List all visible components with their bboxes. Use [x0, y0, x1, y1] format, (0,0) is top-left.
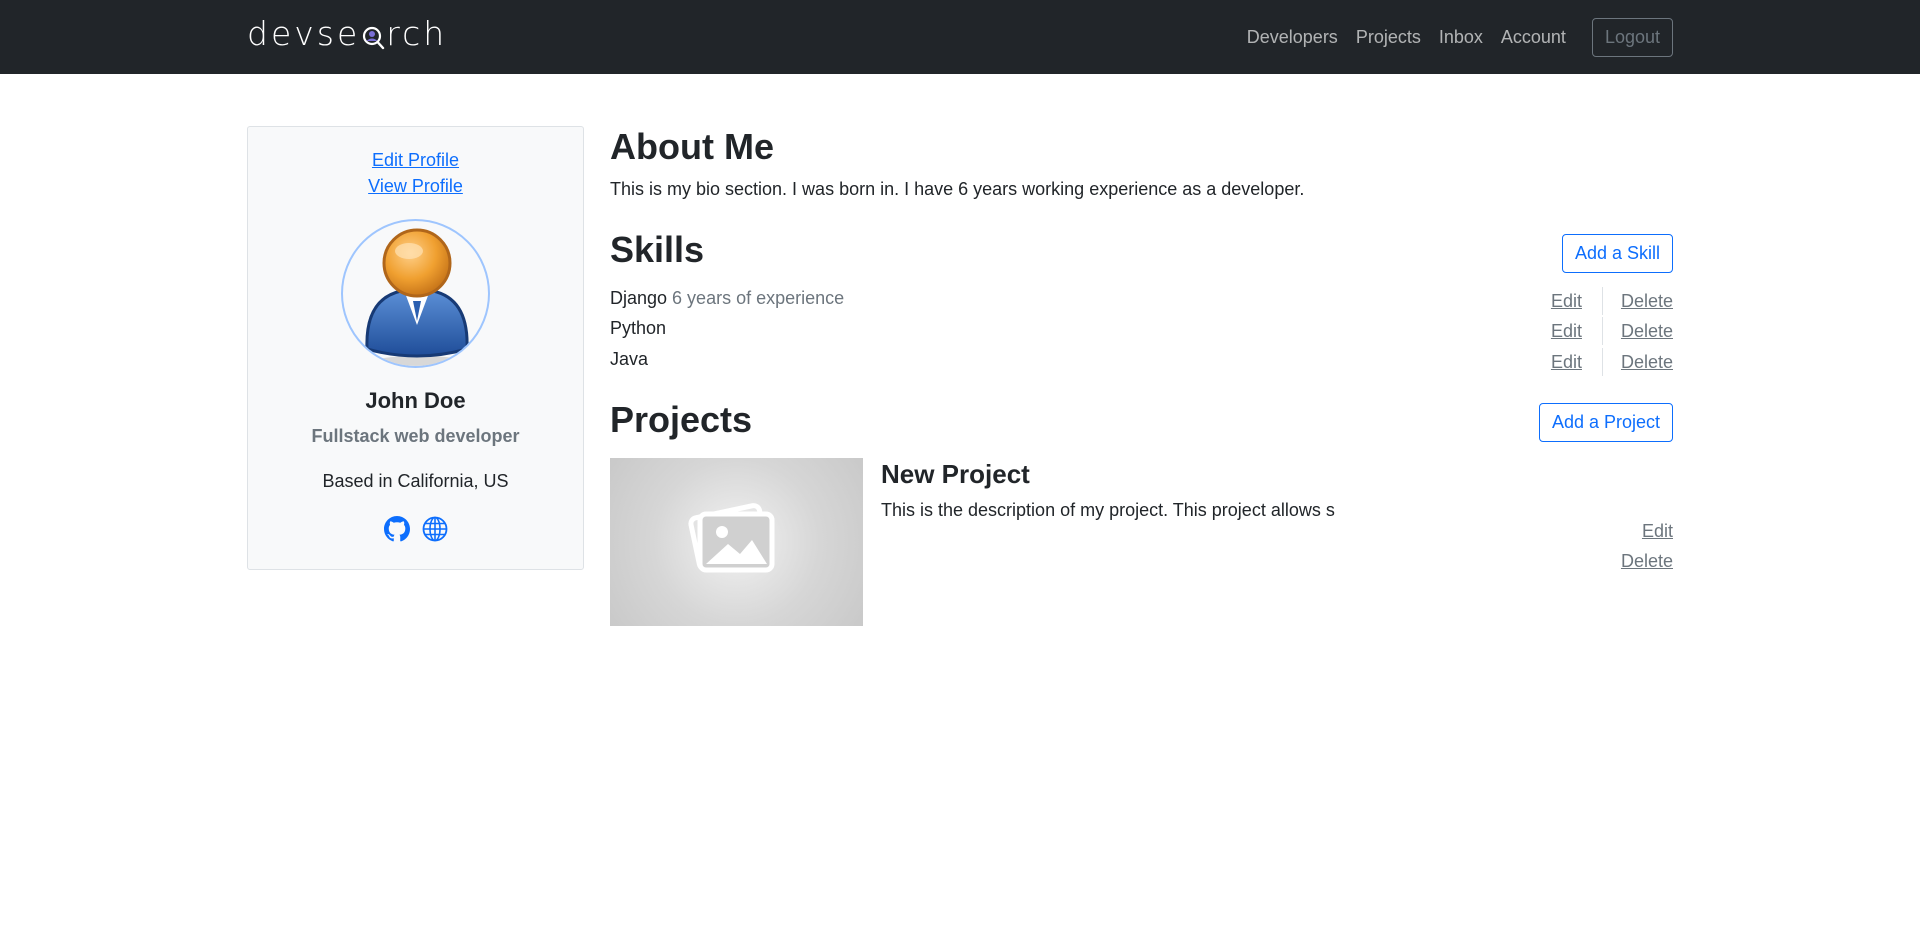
project-title[interactable]: New Project	[881, 459, 1030, 490]
project-thumbnail[interactable]	[610, 458, 863, 626]
delete-skill-link[interactable]: Delete	[1621, 291, 1673, 312]
delete-project-link[interactable]: Delete	[1621, 546, 1673, 576]
edit-project-link[interactable]: Edit	[1621, 516, 1673, 546]
profile-card: Edit Profile View Profile John Doe Fulls…	[247, 126, 584, 570]
brand-logo[interactable]: devse rch	[247, 14, 447, 53]
delete-skill-link[interactable]: Delete	[1621, 352, 1673, 373]
skill-actions: Edit Delete	[1551, 347, 1673, 377]
edit-skill-link[interactable]: Edit	[1551, 321, 1582, 342]
skill-name: Django	[610, 288, 668, 308]
profile-name: John Doe	[365, 388, 466, 413]
navbar: devse rch Developers Projects Inbox Acco…	[0, 0, 1920, 74]
globe-icon[interactable]	[422, 516, 448, 542]
bio-text: This is my bio section. I was born in. I…	[610, 179, 1305, 199]
divider	[1601, 317, 1603, 345]
brand-text-right: rch	[386, 14, 448, 53]
social-links	[248, 516, 583, 542]
about-heading: About Me	[610, 126, 774, 167]
add-skill-button[interactable]: Add a Skill	[1561, 234, 1673, 273]
profile-title: Fullstack web developer	[311, 426, 520, 446]
profile-links: Edit Profile View Profile	[248, 147, 583, 199]
skill-actions: Edit Delete	[1551, 286, 1673, 316]
edit-skill-link[interactable]: Edit	[1551, 291, 1582, 312]
nav-links: Developers Projects Inbox Account Logout	[1229, 0, 1920, 74]
delete-skill-link[interactable]: Delete	[1621, 321, 1673, 342]
add-project-button[interactable]: Add a Project	[1538, 403, 1673, 442]
nav-link-inbox[interactable]: Inbox	[1439, 27, 1483, 48]
divider	[1601, 287, 1603, 315]
skill-name: Java	[610, 349, 649, 369]
skill-actions: Edit Delete	[1551, 316, 1673, 346]
projects-heading: Projects	[610, 399, 753, 440]
project-actions: Edit Delete	[1621, 516, 1673, 576]
avatar	[341, 219, 490, 368]
project-description: This is the description of my project. T…	[881, 500, 1335, 520]
profile-location: Based in California, US	[322, 471, 509, 491]
skills-heading: Skills	[610, 229, 705, 270]
divider	[1601, 348, 1603, 376]
github-icon[interactable]	[383, 516, 410, 542]
skill-row: Django 6 years of experience Edit Delete	[610, 286, 1673, 316]
nav-link-account[interactable]: Account	[1501, 27, 1566, 48]
user-avatar-icon	[365, 228, 469, 366]
edit-profile-link[interactable]: Edit Profile	[248, 147, 583, 173]
nav-link-projects[interactable]: Projects	[1356, 27, 1421, 48]
logout-button[interactable]: Logout	[1591, 17, 1673, 57]
search-lens-icon	[361, 20, 385, 49]
image-placeholder-icon	[688, 503, 775, 573]
nav-link-developers[interactable]: Developers	[1247, 27, 1338, 48]
skill-description: 6 years of experience	[672, 288, 845, 308]
brand-text-left: devse	[247, 14, 361, 53]
edit-skill-link[interactable]: Edit	[1551, 352, 1582, 373]
skill-row: Python Edit Delete	[610, 316, 1673, 346]
skill-row: Java Edit Delete	[610, 347, 1673, 377]
view-profile-link[interactable]: View Profile	[248, 173, 583, 199]
skill-name: Python	[610, 318, 667, 338]
